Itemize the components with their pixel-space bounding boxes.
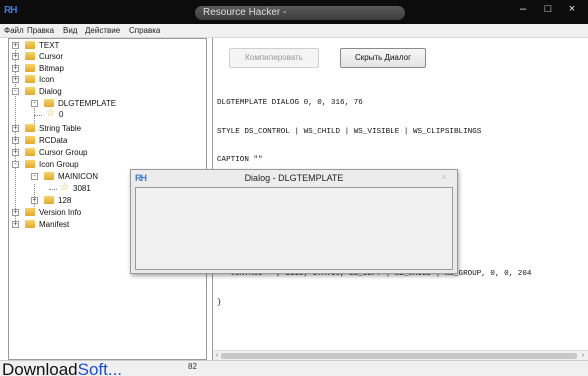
tree-node-dialog[interactable]: - Dialog <box>11 86 201 97</box>
dialog-close-button[interactable]: × <box>437 171 451 183</box>
scrollbar-thumb[interactable] <box>221 353 577 359</box>
folder-icon <box>25 220 35 228</box>
folder-icon <box>25 41 35 49</box>
folder-icon <box>44 196 54 204</box>
dialog-title: Dialog - DLGTEMPLATE <box>244 173 344 183</box>
tree-node-label: Bitmap <box>39 64 64 73</box>
dialog-client-area <box>135 187 453 270</box>
collapse-icon[interactable]: - <box>12 88 19 95</box>
collapse-icon[interactable]: - <box>31 100 38 107</box>
folder-icon <box>25 64 35 72</box>
tree-node-label: TEXT <box>39 41 60 50</box>
folder-icon <box>25 160 35 168</box>
expand-icon[interactable]: + <box>12 65 19 72</box>
dialog-preview-window[interactable]: RH Dialog - DLGTEMPLATE × <box>130 169 458 274</box>
folder-icon <box>25 148 35 156</box>
watermark-prefix: Download <box>2 360 78 376</box>
watermark-link: Soft... <box>77 360 123 376</box>
star-icon: ☆ <box>46 108 55 119</box>
minimize-button[interactable]: – <box>513 2 533 18</box>
folder-icon <box>44 99 54 107</box>
tree-node-label: Icon Group <box>39 160 79 169</box>
expand-icon[interactable]: + <box>12 221 19 228</box>
tree-node-label: Version Info <box>39 208 82 217</box>
window-title: Resource Hacker - <box>195 6 405 20</box>
collapse-icon[interactable]: - <box>31 173 38 180</box>
folder-icon <box>25 136 35 144</box>
folder-icon <box>25 208 35 216</box>
close-button[interactable]: × <box>562 2 582 18</box>
watermark-text: DownloadSoft... <box>2 360 123 376</box>
tree-node-label: Cursor <box>39 52 64 61</box>
expand-icon[interactable]: + <box>12 209 19 216</box>
tree-node-cursor-group[interactable]: + Cursor Group <box>11 147 201 158</box>
maximize-button[interactable]: □ <box>538 2 558 18</box>
code-line: STYLE DS_CONTROL | WS_CHILD | WS_VISIBLE… <box>217 127 482 136</box>
menu-view[interactable]: Вид <box>63 26 77 35</box>
tree-node-label: Cursor Group <box>39 148 88 157</box>
tree-node-label: 3081 <box>73 184 91 193</box>
tree-node-label: 0 <box>59 110 64 119</box>
title-bar: RH Resource Hacker - – □ × <box>0 0 588 24</box>
tree-node-rcdata[interactable]: + RCData <box>11 135 201 146</box>
tree-node-bitmap[interactable]: + Bitmap <box>11 63 201 74</box>
tree-node-3081[interactable]: ☆ 3081 <box>59 183 119 194</box>
tree-node-label: Manifest <box>39 220 70 229</box>
menu-bar: Файл Правка Вид Действие Справка <box>0 24 588 38</box>
tree-connector <box>34 115 42 116</box>
folder-icon <box>25 52 35 60</box>
tree-node-label: DLGTEMPLATE <box>58 99 117 108</box>
horizontal-scrollbar[interactable]: ‹ › <box>213 350 588 360</box>
folder-icon <box>44 172 54 180</box>
expand-icon[interactable]: + <box>12 53 19 60</box>
compile-button[interactable]: Компилировать <box>229 48 319 68</box>
folder-icon <box>25 75 35 83</box>
tree-node-label: Icon <box>39 75 55 84</box>
menu-edit[interactable]: Правка <box>27 26 54 35</box>
tree-node-icon[interactable]: + Icon <box>11 74 201 85</box>
tree-node-label: RCData <box>39 136 68 145</box>
star-icon: ☆ <box>60 182 69 193</box>
code-line: CAPTION "" <box>217 156 263 164</box>
tree-node-cursor[interactable]: + Cursor <box>11 51 201 62</box>
code-line: DLGTEMPLATE DIALOG 0, 0, 316, 76 <box>217 99 363 107</box>
tree-node-0[interactable]: ☆ 0 <box>45 109 105 120</box>
expand-icon[interactable]: + <box>12 76 19 83</box>
expand-icon[interactable]: + <box>12 125 19 132</box>
tree-node-label: Dialog <box>39 87 62 96</box>
tree-connector <box>49 189 57 190</box>
tree-node-label: String Table <box>39 124 82 133</box>
folder-icon <box>25 87 35 95</box>
hide-dialog-button[interactable]: Скрыть Диалог <box>340 48 426 68</box>
collapse-icon[interactable]: - <box>12 161 19 168</box>
status-number: 82 <box>188 362 197 371</box>
tree-node-label: 128 <box>58 196 72 205</box>
menu-help[interactable]: Справка <box>129 26 160 35</box>
tree-node-dlgtemplate[interactable]: - DLGTEMPLATE <box>30 98 200 109</box>
folder-icon <box>25 124 35 132</box>
tree-node-label: MAINICON <box>58 172 98 181</box>
expand-icon[interactable]: + <box>31 197 38 204</box>
expand-icon[interactable]: + <box>12 42 19 49</box>
menu-action[interactable]: Действие <box>85 26 120 35</box>
dialog-title-bar[interactable]: RH Dialog - DLGTEMPLATE × <box>131 170 457 186</box>
expand-icon[interactable]: + <box>12 149 19 156</box>
expand-icon[interactable]: + <box>12 137 19 144</box>
tree-node-text[interactable]: + TEXT <box>11 40 201 51</box>
menu-file[interactable]: Файл <box>4 26 24 35</box>
app-logo: RH <box>4 5 17 16</box>
tree-node-string-table[interactable]: + String Table <box>11 123 201 134</box>
code-line: } <box>217 298 222 307</box>
